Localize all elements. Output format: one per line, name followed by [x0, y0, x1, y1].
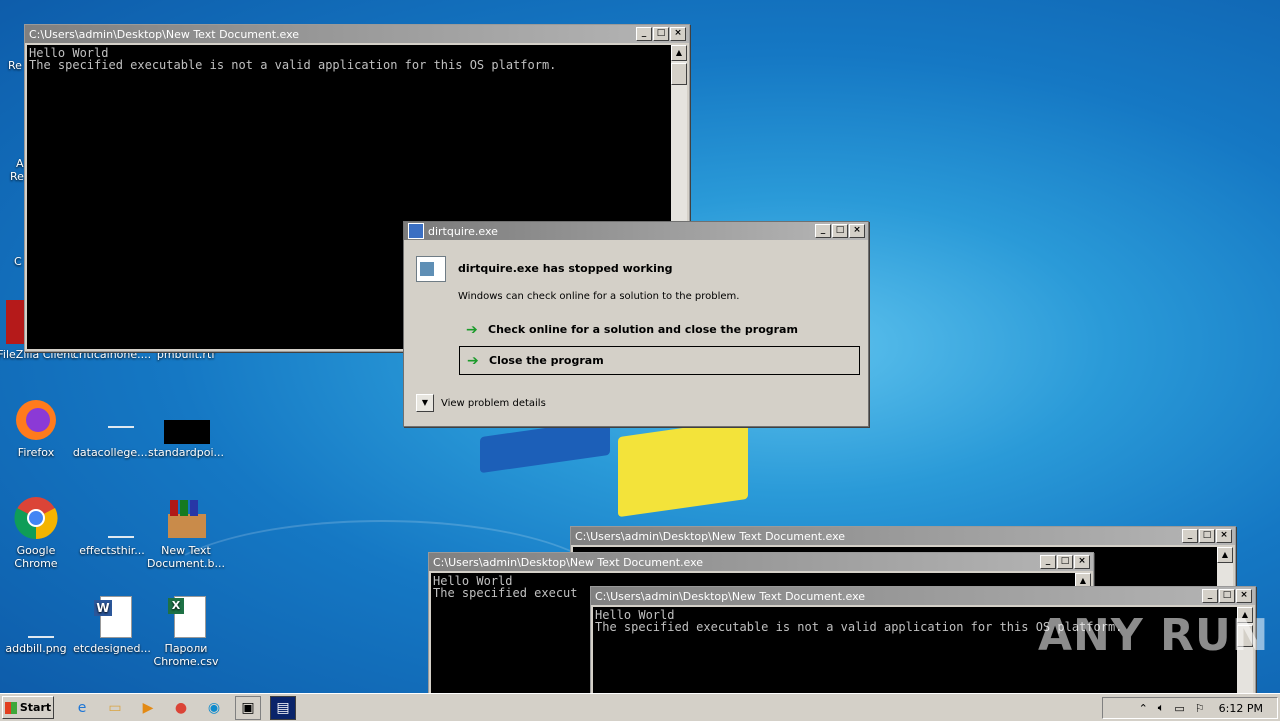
close-button[interactable]: × — [1074, 555, 1090, 569]
partial-label: C — [14, 255, 22, 268]
program-error-icon — [416, 256, 446, 282]
start-button[interactable]: Start — [2, 696, 54, 719]
maximize-button[interactable]: □ — [832, 224, 848, 238]
taskbar: Start e ▭ ▶ ● ◉ ▣ ▤ ⌃ 🔈︎ ▭ ⚐ 6:12 PM — [0, 693, 1280, 721]
anyrun-watermark: ANY RUN — [1038, 610, 1270, 661]
close-button[interactable]: × — [1216, 529, 1232, 543]
scroll-thumb[interactable] — [671, 63, 687, 85]
chrome-icon[interactable]: ● — [169, 697, 193, 719]
dialog-heading: dirtquire.exe has stopped working — [458, 262, 673, 275]
check-online-option[interactable]: ➔ Check online for a solution and close … — [459, 316, 858, 343]
console-window-titlebar[interactable]: C:\Users\admin\Desktop\New Text Document… — [25, 25, 689, 43]
close-button[interactable]: × — [1236, 589, 1252, 603]
clock[interactable]: 6:12 PM — [1219, 702, 1263, 715]
green-arrow-icon: ➔ — [467, 352, 479, 369]
minimize-button[interactable]: _ — [1182, 529, 1198, 543]
window-title: C:\Users\admin\Desktop\New Text Document… — [595, 589, 866, 603]
close-button[interactable]: × — [849, 224, 865, 238]
edge-icon[interactable]: ◉ — [202, 697, 226, 719]
ie-icon[interactable]: e — [70, 697, 94, 719]
partial-label: Re — [8, 59, 22, 72]
desktop-icon-effectsthir[interactable]: effectsthir... — [72, 496, 152, 557]
scroll-up-arrow[interactable]: ▲ — [671, 45, 687, 61]
window-title: C:\Users\admin\Desktop\New Text Document… — [433, 555, 704, 569]
app-icon — [408, 223, 424, 239]
maximize-button[interactable]: □ — [1199, 529, 1215, 543]
chrome-icon — [14, 496, 58, 540]
firefox-icon — [14, 398, 58, 442]
image-file-icon — [14, 594, 58, 638]
excel-csv-icon: X — [164, 594, 208, 638]
windows-logo-wallpaper — [480, 418, 760, 520]
console-window-titlebar[interactable]: C:\Users\admin\Desktop\New Text Document… — [429, 553, 1093, 571]
network-icon[interactable]: ▭ — [1174, 702, 1184, 715]
partial-label: A — [16, 157, 24, 170]
file-icon — [90, 398, 134, 442]
console-window-titlebar[interactable]: C:\Users\admin\Desktop\New Text Document… — [591, 587, 1255, 605]
filezilla-icon — [6, 300, 26, 344]
show-hidden-icons-icon[interactable]: ⌃ — [1139, 702, 1148, 715]
desktop-icon-paroli[interactable]: X Пароли Chrome.csv — [146, 594, 226, 668]
scroll-up-arrow[interactable]: ▲ — [1217, 547, 1233, 563]
black-file-icon — [164, 398, 210, 444]
desktop-icon-newtextdoc[interactable]: New Text Document.b... — [146, 496, 226, 570]
window-title: C:\Users\admin\Desktop\New Text Document… — [575, 529, 846, 543]
action-center-flag-icon[interactable]: ⚐ — [1195, 702, 1205, 715]
volume-icon[interactable]: 🔈︎ — [1158, 701, 1165, 715]
desktop-icon-chrome[interactable]: Google Chrome — [0, 496, 76, 570]
view-problem-details[interactable]: ▼ View problem details — [416, 394, 546, 412]
close-program-option[interactable]: ➔ Close the program — [459, 346, 860, 375]
desktop-icon-datacollege[interactable]: datacollege.... — [72, 398, 152, 459]
console-window-titlebar[interactable]: C:\Users\admin\Desktop\New Text Document… — [571, 527, 1235, 545]
desktop-icon-standardpol[interactable]: standardpoi... — [146, 398, 226, 459]
desktop-icon-firefox[interactable]: Firefox — [0, 398, 76, 459]
explorer-icon[interactable]: ▭ — [103, 697, 127, 719]
maximize-button[interactable]: □ — [653, 27, 669, 41]
winrar-archive-icon — [164, 496, 208, 540]
word-document-icon: W — [90, 594, 134, 638]
window-title: C:\Users\admin\Desktop\New Text Document… — [29, 27, 300, 41]
dialog-subtext: Windows can check online for a solution … — [458, 291, 740, 302]
minimize-button[interactable]: _ — [1202, 589, 1218, 603]
chevron-down-icon[interactable]: ▼ — [416, 394, 434, 412]
minimize-button[interactable]: _ — [636, 27, 652, 41]
dialog-title: dirtquire.exe — [428, 224, 498, 238]
system-tray: ⌃ 🔈︎ ▭ ⚐ 6:12 PM — [1102, 697, 1278, 719]
file-icon — [90, 496, 134, 540]
console-icon[interactable]: ▣ — [235, 695, 261, 720]
dialog-icon[interactable]: ▤ — [270, 695, 296, 720]
green-arrow-icon: ➔ — [466, 321, 478, 338]
maximize-button[interactable]: □ — [1219, 589, 1235, 603]
dialog-titlebar[interactable]: dirtquire.exe _ □ × — [404, 222, 868, 240]
maximize-button[interactable]: □ — [1057, 555, 1073, 569]
minimize-button[interactable]: _ — [1040, 555, 1056, 569]
desktop-icon-addbill[interactable]: addbill.png — [0, 594, 76, 655]
windows-flag-icon — [4, 701, 17, 714]
partial-label: Re — [10, 170, 24, 183]
close-button[interactable]: × — [670, 27, 686, 41]
minimize-button[interactable]: _ — [815, 224, 831, 238]
desktop-icon-etcdesigned[interactable]: W etcdesigned... — [72, 594, 152, 655]
error-dialog[interactable]: dirtquire.exe _ □ × dirtquire.exe has stop… — [403, 221, 869, 427]
media-player-icon[interactable]: ▶ — [136, 697, 160, 719]
